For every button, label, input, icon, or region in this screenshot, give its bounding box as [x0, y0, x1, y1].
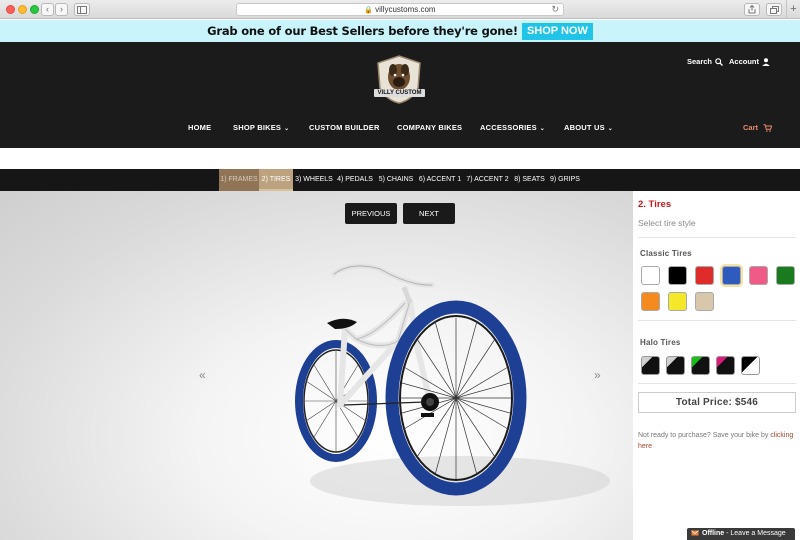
cart-link[interactable]: Cart	[743, 123, 773, 132]
classic-tire-swatch[interactable]	[749, 266, 768, 285]
site-header: VILLY CUSTOM Search Account HOME SHOP BI…	[0, 42, 800, 148]
step-seats[interactable]: 8) SEATS	[512, 169, 547, 191]
nav-home[interactable]: HOME	[188, 123, 211, 132]
promo-banner: Grab one of our Best Sellers before they…	[0, 20, 800, 42]
nav-about-us-label: ABOUT US	[564, 123, 605, 132]
classic-tires-heading: Classic Tires	[640, 249, 692, 258]
divider	[638, 320, 796, 321]
account-label: Account	[729, 57, 759, 66]
address-bar[interactable]: 🔒 villycustoms.com ↻	[236, 3, 564, 16]
user-icon	[762, 58, 770, 67]
search-label: Search	[687, 57, 713, 66]
logo-wordmark: VILLY CUSTOM	[374, 89, 425, 97]
classic-tire-swatch[interactable]	[722, 266, 741, 285]
search-icon	[715, 58, 723, 66]
nav-custom-builder-label: CUSTOM BUILDER	[309, 123, 380, 132]
save-bike-text: Not ready to purchase? Save your bike by	[638, 432, 769, 439]
search-link[interactable]: Search	[687, 57, 723, 66]
halo-tire-swatch[interactable]	[641, 356, 660, 375]
bike-preview: PREVIOUS NEXT « »	[0, 191, 633, 540]
sidebar-toggle-icon[interactable]	[74, 3, 90, 16]
step-chains[interactable]: 5) CHAINS	[377, 169, 415, 191]
classic-tire-swatch[interactable]	[668, 292, 687, 311]
step-wheels[interactable]: 3) WHEELS	[294, 169, 334, 191]
step-frames[interactable]: 1) FRAMES	[219, 169, 259, 191]
halo-tire-swatch[interactable]	[716, 356, 735, 375]
halo-tire-swatch[interactable]	[691, 356, 710, 375]
shop-now-button[interactable]: SHOP NOW	[521, 22, 593, 40]
panel-title: 2. Tires	[638, 199, 672, 210]
step-accent-1[interactable]: 6) ACCENT 1	[418, 169, 462, 191]
classic-tire-swatch[interactable]	[695, 266, 714, 285]
classic-tire-swatch[interactable]	[668, 266, 687, 285]
step-grips[interactable]: 9) GRIPS	[549, 169, 581, 191]
zoom-window-button[interactable]	[30, 5, 39, 14]
bike-3d-render	[295, 263, 610, 506]
chat-status: Offline	[702, 530, 725, 537]
total-price: Total Price: $546	[638, 392, 796, 413]
divider	[638, 383, 796, 384]
mail-icon	[691, 530, 699, 536]
halo-tires-heading: Halo Tires	[640, 338, 681, 347]
reload-icon[interactable]: ↻	[551, 4, 559, 15]
chevron-down-icon: ⌄	[284, 126, 290, 132]
tabs-overview-icon[interactable]	[766, 3, 782, 16]
back-button[interactable]: ‹	[41, 3, 54, 16]
cart-label: Cart	[743, 123, 759, 132]
step-tires[interactable]: 2) TIRES	[259, 169, 293, 191]
nav-accessories-label: ACCESSORIES	[480, 123, 537, 132]
nav-company-bikes-label: COMPANY BIKES	[397, 123, 463, 132]
chat-message: - Leave a Message	[726, 530, 786, 537]
classic-tire-swatch[interactable]	[695, 292, 714, 311]
nav-shop-bikes-label: SHOP BIKES	[233, 123, 282, 132]
step-accent-2[interactable]: 7) ACCENT 2	[465, 169, 510, 191]
panel-subtitle: Select tire style	[638, 218, 696, 228]
forward-button[interactable]: ›	[55, 3, 68, 16]
classic-tire-swatch[interactable]	[641, 266, 660, 285]
browser-toolbar: ‹ › 🔒 villycustoms.com ↻ +	[0, 0, 800, 19]
cart-icon	[763, 124, 773, 132]
options-panel: 2. Tires Select tire style Classic Tires…	[633, 191, 800, 540]
url-text: villycustoms.com	[375, 5, 436, 14]
chevron-down-icon: ⌄	[539, 126, 546, 132]
new-tab-button[interactable]: +	[786, 0, 800, 19]
divider	[638, 237, 796, 238]
main-navigation: HOME SHOP BIKES ⌄ CUSTOM BUILDER COMPANY …	[0, 123, 800, 135]
minimize-window-button[interactable]	[18, 5, 27, 14]
share-icon[interactable]	[744, 3, 760, 16]
halo-tire-swatch[interactable]	[741, 356, 760, 375]
classic-tire-swatch[interactable]	[641, 292, 660, 311]
classic-tire-swatch[interactable]	[776, 266, 795, 285]
nav-home-label: HOME	[188, 123, 212, 132]
nav-company-bikes[interactable]: COMPANY BIKES	[397, 123, 462, 132]
step-pedals[interactable]: 4) PEDALS	[336, 169, 374, 191]
nav-accessories[interactable]: ACCESSORIES ⌄	[480, 123, 545, 132]
chat-widget[interactable]: Offline - Leave a Message	[687, 528, 795, 540]
promo-text: Grab one of our Best Sellers before they…	[207, 24, 518, 38]
nav-custom-builder[interactable]: CUSTOM BUILDER	[309, 123, 380, 132]
save-bike-note: Not ready to purchase? Save your bike by…	[638, 430, 796, 452]
account-link[interactable]: Account	[729, 57, 770, 67]
lock-icon: 🔒	[364, 7, 374, 14]
nav-about-us[interactable]: ABOUT US ⌄	[564, 123, 613, 132]
chevron-down-icon: ⌄	[607, 126, 614, 132]
builder-steps: 1) FRAMES 2) TIRES 3) WHEELS 4) PEDALS 5…	[0, 169, 800, 191]
halo-tire-swatch[interactable]	[666, 356, 685, 375]
nav-shop-bikes[interactable]: SHOP BIKES ⌄	[233, 123, 289, 132]
close-window-button[interactable]	[6, 5, 15, 14]
